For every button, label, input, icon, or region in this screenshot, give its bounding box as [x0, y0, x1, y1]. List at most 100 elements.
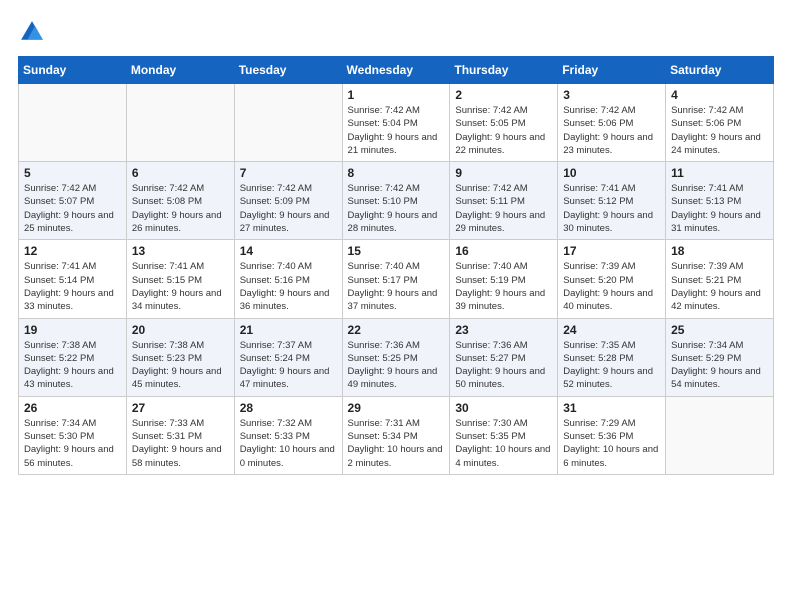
- day-info: Sunrise: 7:32 AMSunset: 5:33 PMDaylight:…: [240, 417, 337, 470]
- calendar-cell: 4Sunrise: 7:42 AMSunset: 5:06 PMDaylight…: [666, 84, 774, 162]
- day-number: 28: [240, 401, 337, 415]
- week-row-1: 1Sunrise: 7:42 AMSunset: 5:04 PMDaylight…: [19, 84, 774, 162]
- day-number: 17: [563, 244, 660, 258]
- calendar-cell: 12 Sunrise: 7:41 AMSunset: 5:14 PMDayligh…: [19, 240, 127, 318]
- day-info: Sunrise: 7:30 AMSunset: 5:35 PMDaylight:…: [455, 417, 552, 470]
- calendar-cell: 5 Sunrise: 7:42 AMSunset: 5:07 PMDaylight…: [19, 162, 127, 240]
- day-number: 8: [348, 166, 445, 180]
- day-number: 21: [240, 323, 337, 337]
- calendar-cell: 10Sunrise: 7:41 AMSunset: 5:12 PMDayligh…: [558, 162, 666, 240]
- day-info: Sunrise: 7:42 AMSunset: 5:10 PMDaylight:…: [348, 182, 445, 235]
- day-info: Sunrise: 7:40 AMSunset: 5:17 PMDaylight:…: [348, 260, 445, 313]
- calendar-cell: [234, 84, 342, 162]
- weekday-sunday: Sunday: [19, 57, 127, 84]
- day-info: Sunrise: 7:40 AMSunset: 5:16 PMDaylight:…: [240, 260, 337, 313]
- logo: [18, 18, 50, 46]
- day-number: 5: [24, 166, 121, 180]
- day-number: 27: [132, 401, 229, 415]
- day-number: 20: [132, 323, 229, 337]
- calendar-cell: 31 Sunrise: 7:29 AMSunset: 5:36 PMDayligh…: [558, 396, 666, 474]
- calendar-cell: 28 Sunrise: 7:32 AMSunset: 5:33 PMDayligh…: [234, 396, 342, 474]
- weekday-saturday: Saturday: [666, 57, 774, 84]
- day-number: 13: [132, 244, 229, 258]
- header: [18, 18, 774, 46]
- day-info: Sunrise: 7:39 AMSunset: 5:21 PMDaylight:…: [671, 260, 768, 313]
- page: SundayMondayTuesdayWednesdayThursdayFrid…: [0, 0, 792, 485]
- day-number: 2: [455, 88, 552, 102]
- week-row-4: 19 Sunrise: 7:38 AMSunset: 5:22 PMDayligh…: [19, 318, 774, 396]
- day-info: Sunrise: 7:42 AMSunset: 5:06 PMDaylight:…: [563, 104, 660, 157]
- day-number: 22: [348, 323, 445, 337]
- day-info: Sunrise: 7:35 AMSunset: 5:28 PMDaylight:…: [563, 339, 660, 392]
- calendar-cell: 1Sunrise: 7:42 AMSunset: 5:04 PMDaylight…: [342, 84, 450, 162]
- calendar-cell: 9Sunrise: 7:42 AMSunset: 5:11 PMDaylight…: [450, 162, 558, 240]
- day-info: Sunrise: 7:31 AMSunset: 5:34 PMDaylight:…: [348, 417, 445, 470]
- weekday-friday: Friday: [558, 57, 666, 84]
- calendar-cell: [126, 84, 234, 162]
- day-info: Sunrise: 7:33 AMSunset: 5:31 PMDaylight:…: [132, 417, 229, 470]
- weekday-tuesday: Tuesday: [234, 57, 342, 84]
- calendar-cell: 27 Sunrise: 7:33 AMSunset: 5:31 PMDayligh…: [126, 396, 234, 474]
- calendar-cell: 11 Sunrise: 7:41 AMSunset: 5:13 PMDayligh…: [666, 162, 774, 240]
- calendar-cell: 14 Sunrise: 7:40 AMSunset: 5:16 PMDayligh…: [234, 240, 342, 318]
- calendar-cell: 13 Sunrise: 7:41 AMSunset: 5:15 PMDayligh…: [126, 240, 234, 318]
- weekday-header-row: SundayMondayTuesdayWednesdayThursdayFrid…: [19, 57, 774, 84]
- calendar-cell: 22Sunrise: 7:36 AMSunset: 5:25 PMDayligh…: [342, 318, 450, 396]
- calendar-cell: 2 Sunrise: 7:42 AMSunset: 5:05 PMDaylight…: [450, 84, 558, 162]
- calendar-cell: 18Sunrise: 7:39 AMSunset: 5:21 PMDayligh…: [666, 240, 774, 318]
- day-info: Sunrise: 7:39 AMSunset: 5:20 PMDaylight:…: [563, 260, 660, 313]
- calendar-cell: 7Sunrise: 7:42 AMSunset: 5:09 PMDaylight…: [234, 162, 342, 240]
- day-number: 7: [240, 166, 337, 180]
- weekday-thursday: Thursday: [450, 57, 558, 84]
- day-info: Sunrise: 7:41 AMSunset: 5:15 PMDaylight:…: [132, 260, 229, 313]
- day-number: 11: [671, 166, 768, 180]
- day-number: 29: [348, 401, 445, 415]
- calendar-cell: 16 Sunrise: 7:40 AMSunset: 5:19 PMDayligh…: [450, 240, 558, 318]
- day-number: 19: [24, 323, 121, 337]
- day-info: Sunrise: 7:38 AMSunset: 5:22 PMDaylight:…: [24, 339, 121, 392]
- day-info: Sunrise: 7:42 AMSunset: 5:06 PMDaylight:…: [671, 104, 768, 157]
- calendar-cell: 24 Sunrise: 7:35 AMSunset: 5:28 PMDayligh…: [558, 318, 666, 396]
- day-info: Sunrise: 7:41 AMSunset: 5:13 PMDaylight:…: [671, 182, 768, 235]
- logo-icon: [18, 18, 46, 46]
- calendar-cell: 19 Sunrise: 7:38 AMSunset: 5:22 PMDayligh…: [19, 318, 127, 396]
- weekday-monday: Monday: [126, 57, 234, 84]
- calendar-cell: 23 Sunrise: 7:36 AMSunset: 5:27 PMDayligh…: [450, 318, 558, 396]
- day-info: Sunrise: 7:37 AMSunset: 5:24 PMDaylight:…: [240, 339, 337, 392]
- day-info: Sunrise: 7:42 AMSunset: 5:07 PMDaylight:…: [24, 182, 121, 235]
- day-number: 26: [24, 401, 121, 415]
- day-number: 12: [24, 244, 121, 258]
- day-number: 23: [455, 323, 552, 337]
- day-info: Sunrise: 7:34 AMSunset: 5:29 PMDaylight:…: [671, 339, 768, 392]
- day-number: 24: [563, 323, 660, 337]
- day-number: 30: [455, 401, 552, 415]
- day-info: Sunrise: 7:29 AMSunset: 5:36 PMDaylight:…: [563, 417, 660, 470]
- day-info: Sunrise: 7:36 AMSunset: 5:27 PMDaylight:…: [455, 339, 552, 392]
- day-info: Sunrise: 7:42 AMSunset: 5:08 PMDaylight:…: [132, 182, 229, 235]
- day-info: Sunrise: 7:42 AMSunset: 5:05 PMDaylight:…: [455, 104, 552, 157]
- day-number: 25: [671, 323, 768, 337]
- calendar-cell: 25 Sunrise: 7:34 AMSunset: 5:29 PMDayligh…: [666, 318, 774, 396]
- day-number: 14: [240, 244, 337, 258]
- calendar-cell: 20 Sunrise: 7:38 AMSunset: 5:23 PMDayligh…: [126, 318, 234, 396]
- calendar-cell: 30 Sunrise: 7:30 AMSunset: 5:35 PMDayligh…: [450, 396, 558, 474]
- day-number: 9: [455, 166, 552, 180]
- week-row-3: 12 Sunrise: 7:41 AMSunset: 5:14 PMDayligh…: [19, 240, 774, 318]
- day-number: 10: [563, 166, 660, 180]
- calendar-cell: 17 Sunrise: 7:39 AMSunset: 5:20 PMDayligh…: [558, 240, 666, 318]
- weekday-wednesday: Wednesday: [342, 57, 450, 84]
- calendar-cell: 15Sunrise: 7:40 AMSunset: 5:17 PMDayligh…: [342, 240, 450, 318]
- day-number: 3: [563, 88, 660, 102]
- day-number: 6: [132, 166, 229, 180]
- calendar-cell: [19, 84, 127, 162]
- day-number: 1: [348, 88, 445, 102]
- day-number: 16: [455, 244, 552, 258]
- calendar-cell: 26Sunrise: 7:34 AMSunset: 5:30 PMDayligh…: [19, 396, 127, 474]
- day-info: Sunrise: 7:40 AMSunset: 5:19 PMDaylight:…: [455, 260, 552, 313]
- calendar-cell: 6 Sunrise: 7:42 AMSunset: 5:08 PMDaylight…: [126, 162, 234, 240]
- week-row-5: 26Sunrise: 7:34 AMSunset: 5:30 PMDayligh…: [19, 396, 774, 474]
- day-info: Sunrise: 7:38 AMSunset: 5:23 PMDaylight:…: [132, 339, 229, 392]
- day-info: Sunrise: 7:41 AMSunset: 5:14 PMDaylight:…: [24, 260, 121, 313]
- day-number: 31: [563, 401, 660, 415]
- calendar-cell: [666, 396, 774, 474]
